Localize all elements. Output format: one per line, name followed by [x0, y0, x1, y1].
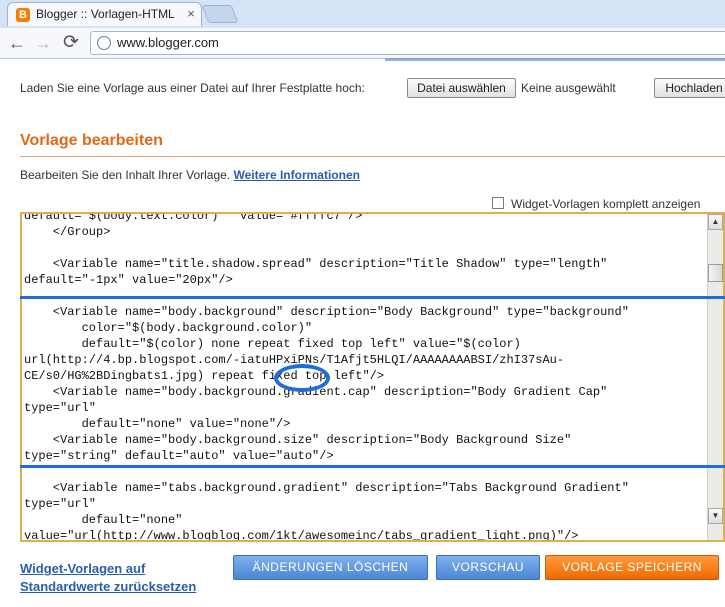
new-tab-button[interactable]: [201, 5, 239, 23]
section-divider: [20, 156, 725, 157]
code-line: default="-1px" value="20px"/>: [24, 273, 233, 287]
description-text: Bearbeiten Sie den Inhalt Ihrer Vorlage.: [20, 168, 231, 182]
scrollbar-thumb[interactable]: [708, 264, 723, 282]
code-line: type="url": [24, 401, 97, 415]
code-line: default="none": [24, 513, 183, 527]
tab-close-icon[interactable]: ×: [184, 6, 198, 22]
widget-templates-label: Widget-Vorlagen komplett anzeigen: [511, 197, 701, 211]
reset-widget-templates-link[interactable]: Widget-Vorlagen auf Standardwerte zurück…: [20, 560, 220, 596]
save-template-button[interactable]: VORLAGE SPEICHERN: [545, 555, 719, 580]
address-bar[interactable]: www.blogger.com: [90, 31, 725, 55]
browser-tab[interactable]: B Blogger :: Vorlagen-HTML bear ×: [7, 2, 202, 26]
code-line: color="$(body.background.color)": [24, 321, 313, 335]
back-arrow-icon[interactable]: ←: [6, 32, 28, 54]
forward-arrow-icon[interactable]: →: [32, 32, 54, 54]
annotation-circle: [274, 364, 330, 392]
blogger-favicon-icon: B: [16, 8, 30, 22]
code-line: <Variable name="title.shadow.spread" des…: [24, 257, 608, 271]
cropped-link-underline: [385, 58, 725, 61]
code-line: CE/s0/HG%2BDingbats1.jpg) repeat fixed t…: [24, 369, 385, 383]
tab-title: Blogger :: Vorlagen-HTML bear: [36, 7, 176, 21]
page-title: Vorlage bearbeiten: [20, 132, 163, 149]
annotation-line-top: [20, 296, 725, 299]
reload-icon[interactable]: ⟳: [60, 32, 82, 54]
scroll-up-arrow-icon[interactable]: ▲: [708, 214, 723, 230]
browser-toolbar: ← → ⟳ www.blogger.com: [0, 28, 725, 59]
choose-file-button[interactable]: Datei auswählen: [407, 78, 516, 98]
widget-templates-checkbox[interactable]: [492, 197, 504, 209]
code-line: </Group>: [24, 225, 111, 239]
code-line: default="none" value="none"/>: [24, 417, 291, 431]
template-code-editor[interactable]: default="$(body.text.color)" value="#fff…: [20, 212, 725, 542]
code-line: <Variable name="body.background.size" de…: [24, 433, 572, 447]
editor-scrollbar[interactable]: ▲ ▼: [707, 214, 723, 540]
upload-label: Laden Sie eine Vorlage aus einer Datei a…: [20, 81, 365, 95]
globe-icon: [97, 36, 111, 50]
code-line: default="$(color) none repeat fixed top …: [24, 337, 521, 351]
code-line: default="$(body.text.color)" value="#fff…: [24, 214, 363, 223]
code-line: <Variable name="tabs.background.gradient…: [24, 481, 629, 495]
code-line: type="url": [24, 497, 97, 511]
code-line: <Variable name="body.background" descrip…: [24, 305, 629, 319]
no-file-selected-text: Keine ausgewählt: [521, 81, 616, 95]
browser-tab-strip: B Blogger :: Vorlagen-HTML bear ×: [0, 0, 725, 28]
code-line: value="url(http://www.blogblog.com/1kt/a…: [24, 529, 579, 540]
code-textarea[interactable]: default="$(body.text.color)" value="#fff…: [24, 214, 708, 540]
clear-changes-button[interactable]: ÄNDERUNGEN LÖSCHEN: [233, 555, 428, 580]
annotation-line-bottom: [20, 465, 725, 468]
code-line: type="string" default="auto" value="auto…: [24, 449, 334, 463]
scroll-down-arrow-icon[interactable]: ▼: [708, 508, 723, 524]
editor-description: Bearbeiten Sie den Inhalt Ihrer Vorlage.…: [20, 168, 360, 182]
url-text: www.blogger.com: [117, 35, 219, 50]
more-info-link[interactable]: Weitere Informationen: [233, 168, 359, 182]
preview-button[interactable]: VORSCHAU: [436, 555, 540, 580]
upload-button[interactable]: Hochladen: [654, 78, 725, 98]
